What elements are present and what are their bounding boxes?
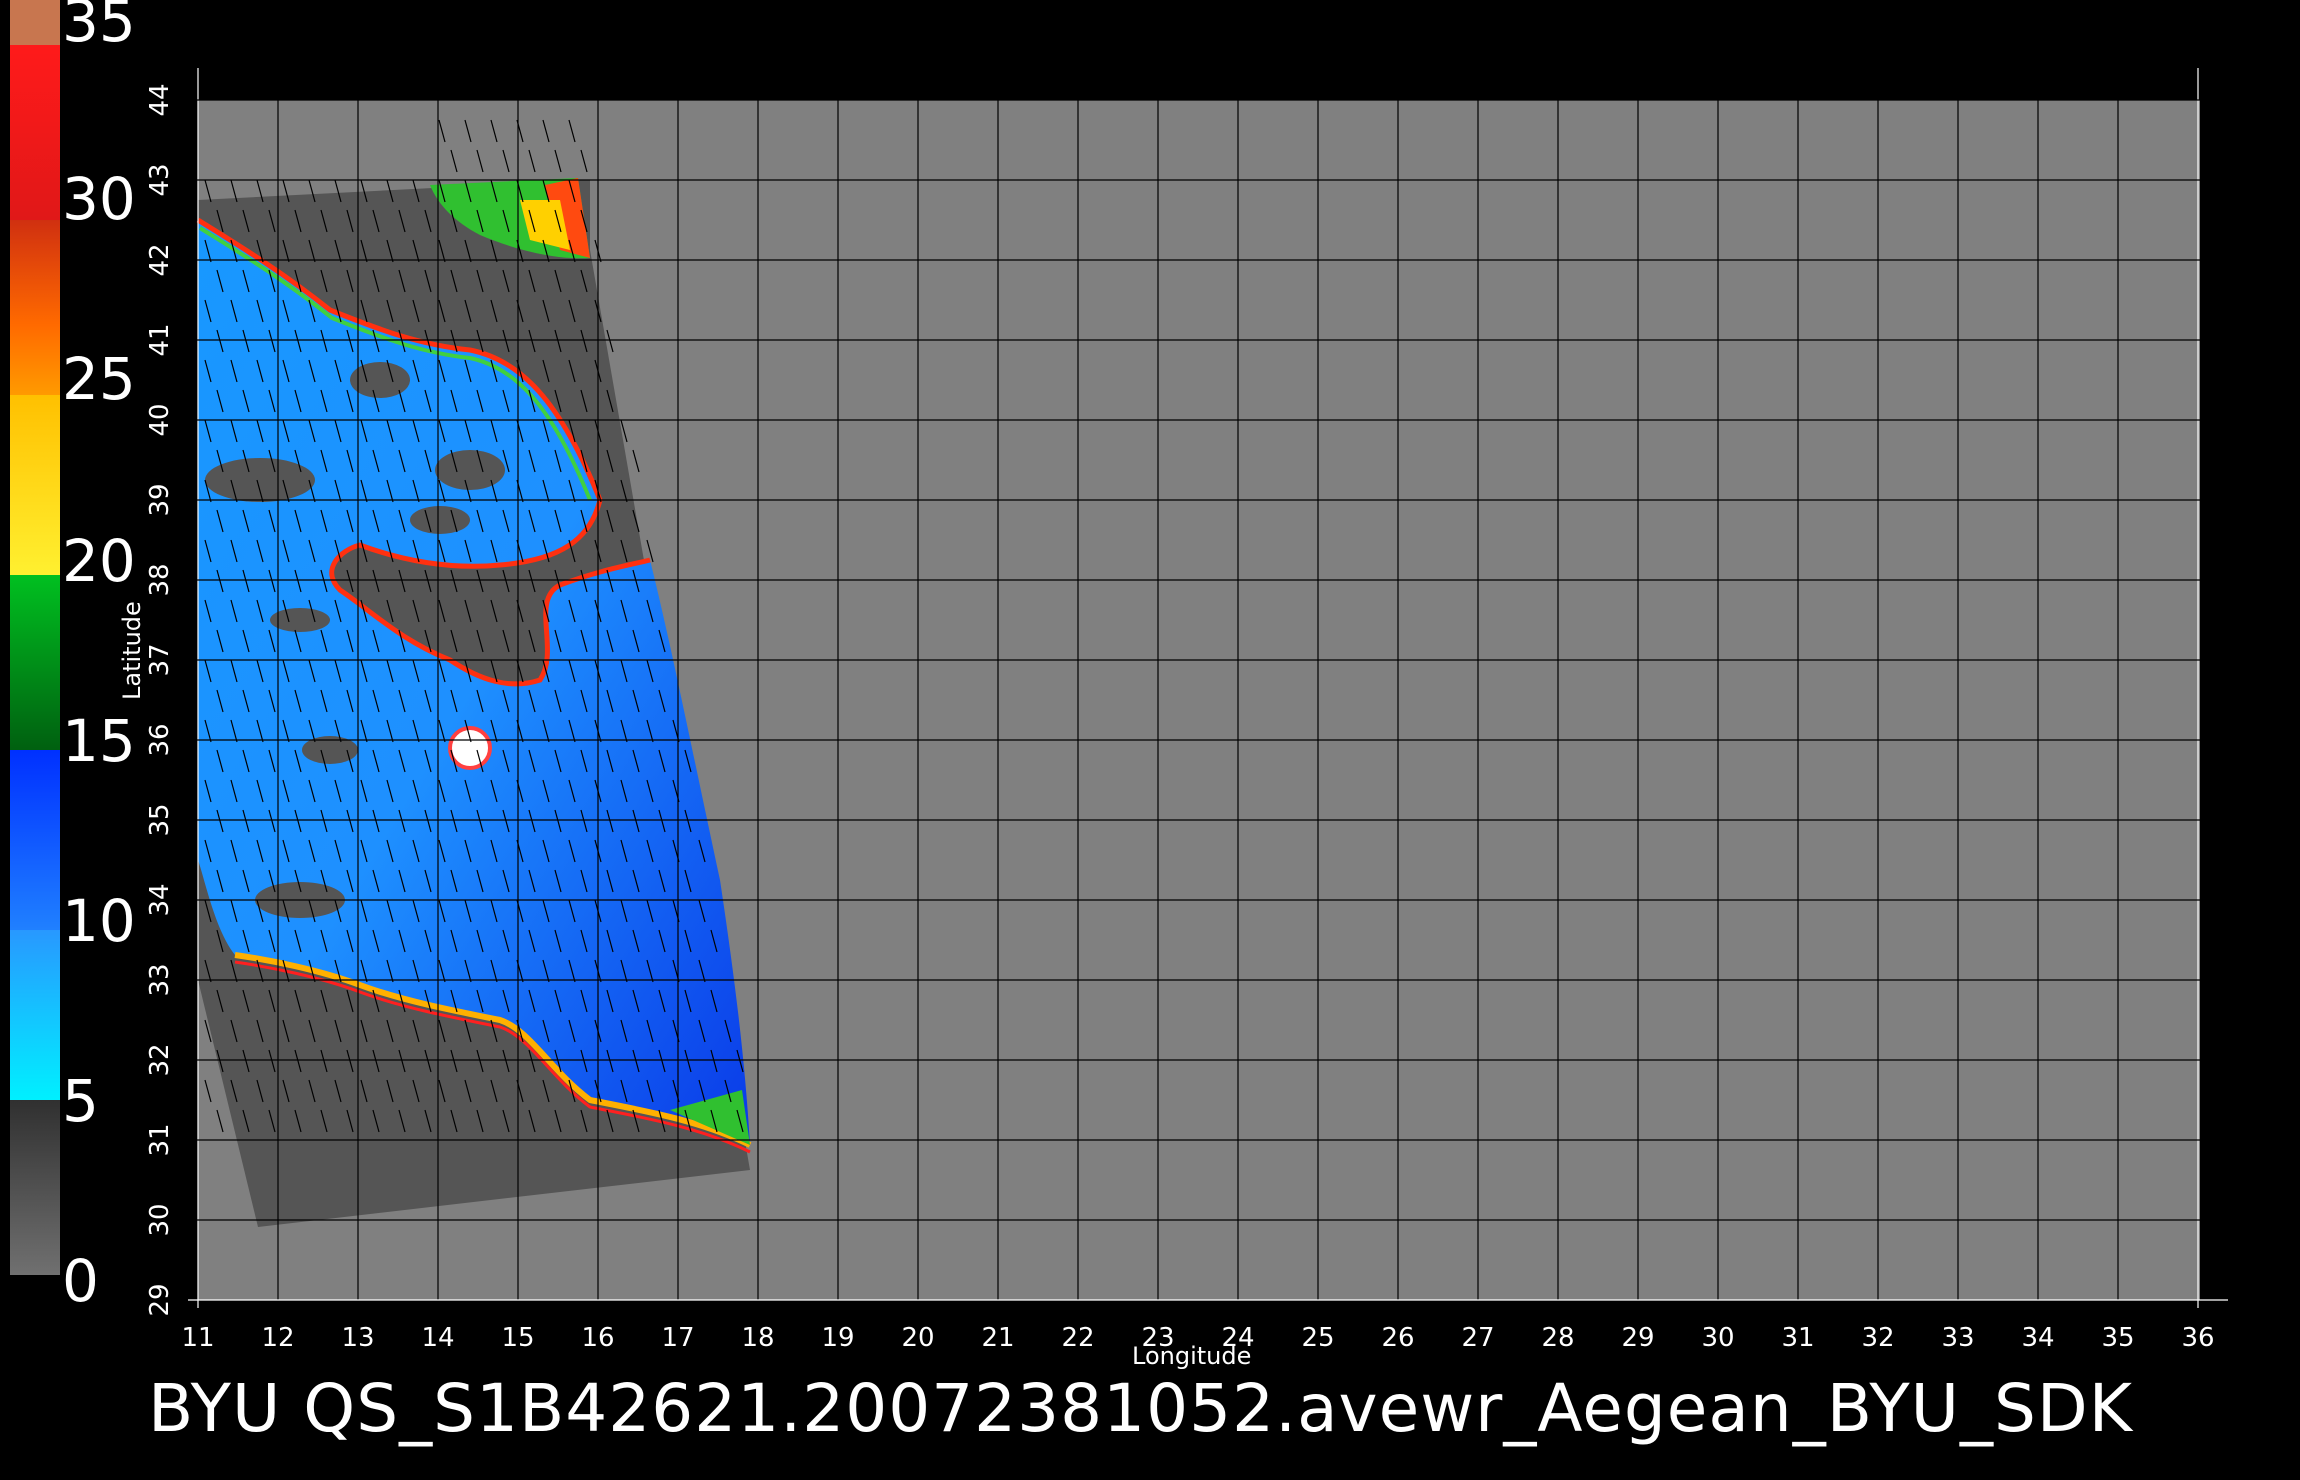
- x-tick-label: 16: [581, 1323, 614, 1353]
- x-tick-label: 32: [1861, 1323, 1894, 1353]
- y-tick-label: 43: [145, 163, 175, 196]
- colorbar-label-5: 5: [62, 1067, 99, 1135]
- y-tick-label: 36: [145, 723, 175, 756]
- island: [435, 450, 505, 490]
- colorbar-label-0: 0: [62, 1247, 99, 1315]
- x-tick-label: 34: [2021, 1323, 2054, 1353]
- x-tick-label: 31: [1781, 1323, 1814, 1353]
- x-tick-label: 14: [421, 1323, 454, 1353]
- x-tick-label: 11: [181, 1323, 214, 1353]
- colorbar-segment-0: [10, 1100, 60, 1275]
- y-tick-label: 35: [145, 803, 175, 836]
- x-tick-label: 22: [1061, 1323, 1094, 1353]
- y-tick-label: 34: [145, 883, 175, 916]
- island: [410, 506, 470, 534]
- colorbar-segment-25: [10, 220, 60, 395]
- y-tick-label: 33: [145, 963, 175, 996]
- colorbar-segment-5: [10, 930, 60, 1100]
- y-tick-label: 38: [145, 563, 175, 596]
- x-tick-label: 36: [2181, 1323, 2214, 1353]
- x-tick-label: 21: [981, 1323, 1014, 1353]
- map-panel: 11 12 13 14 15 16 17 18 19 20 21 22 23 24 25 26 27 28 29 30…: [145, 68, 2228, 1353]
- x-tick-label: 30: [1701, 1323, 1734, 1353]
- map-scene: 11 12 13 14 15 16 17 18 19 20 21 22 23 24 25 26 27 28 29 30…: [10, 0, 2228, 1353]
- colorbar-label-10: 10: [62, 887, 136, 955]
- y-axis-title: Latitude: [118, 601, 146, 700]
- colorbar-label-25: 25: [62, 345, 136, 413]
- colorbar-label-30: 30: [62, 165, 136, 233]
- colorbar-label-35: 35: [62, 0, 136, 55]
- colorbar-segment-10: [10, 750, 60, 930]
- x-tick-label: 35: [2101, 1323, 2134, 1353]
- x-tick-label: 17: [661, 1323, 694, 1353]
- x-tick-label: 13: [341, 1323, 374, 1353]
- x-tick-label: 19: [821, 1323, 854, 1353]
- x-tick-label: 28: [1541, 1323, 1574, 1353]
- y-tick-labels: 29 30 31 32 33 34 35 36 37 38 39 40 41 42 43 44: [145, 83, 175, 1316]
- island: [448, 726, 492, 770]
- x-tick-label: 18: [741, 1323, 774, 1353]
- x-tick-label: 20: [901, 1323, 934, 1353]
- colorbar: [10, 0, 60, 1275]
- colorbar-segment-30: [10, 45, 60, 220]
- y-tick-label: 39: [145, 483, 175, 516]
- y-tick-label: 29: [145, 1283, 175, 1316]
- colorbar-label-15: 15: [62, 707, 136, 775]
- x-tick-label: 12: [261, 1323, 294, 1353]
- y-tick-label: 31: [145, 1123, 175, 1156]
- x-tick-label: 33: [1941, 1323, 1974, 1353]
- colorbar-segment-20: [10, 395, 60, 575]
- x-tick-label: 27: [1461, 1323, 1494, 1353]
- y-tick-label: 44: [145, 83, 175, 116]
- island: [350, 362, 410, 398]
- y-tick-label: 40: [145, 403, 175, 436]
- x-tick-label: 15: [501, 1323, 534, 1353]
- island: [270, 608, 330, 632]
- x-axis-title: Longitude: [1132, 1342, 1252, 1370]
- image-caption: BYU QS_S1B42621.20072381052.avewr_Aegean…: [148, 1370, 2133, 1447]
- y-tick-label: 30: [145, 1203, 175, 1236]
- y-tick-label: 41: [145, 323, 175, 356]
- colorbar-segment-35: [10, 0, 60, 45]
- colorbar-segment-15: [10, 575, 60, 750]
- x-tick-label: 25: [1301, 1323, 1334, 1353]
- x-tick-label: 29: [1621, 1323, 1654, 1353]
- y-tick-label: 37: [145, 643, 175, 676]
- y-tick-label: 32: [145, 1043, 175, 1076]
- x-tick-label: 26: [1381, 1323, 1414, 1353]
- y-tick-label: 42: [145, 243, 175, 276]
- colorbar-label-20: 20: [62, 527, 136, 595]
